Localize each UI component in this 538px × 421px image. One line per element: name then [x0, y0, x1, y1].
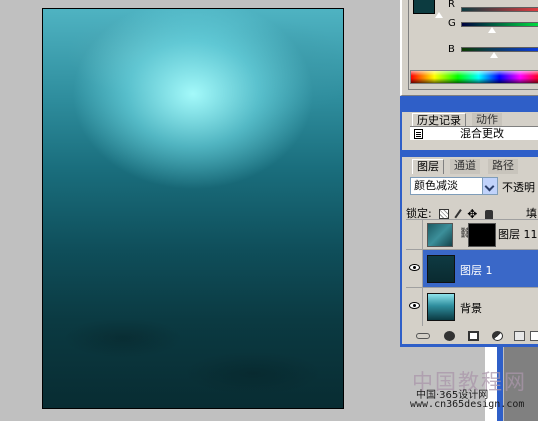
slider-g[interactable] [461, 22, 538, 34]
layer-style-icon[interactable] [444, 331, 455, 341]
lock-transparency-icon[interactable] [439, 209, 450, 219]
layer-thumbnail [427, 223, 453, 247]
link-layers-icon[interactable] [416, 333, 430, 339]
canvas-image[interactable] [42, 8, 344, 409]
blend-mode-value: 颜色减淡 [414, 179, 458, 192]
lock-all-icon[interactable] [484, 209, 493, 219]
layer-row[interactable]: ⛓ 图层 11 [406, 219, 538, 250]
lock-pixels-icon[interactable] [454, 209, 463, 219]
history-item-label: 混合更改 [460, 127, 504, 140]
slider-b[interactable] [461, 47, 538, 59]
color-spectrum-bar[interactable] [410, 70, 538, 84]
new-layer-icon[interactable] [530, 331, 538, 341]
slider-r-thumb[interactable] [434, 11, 444, 19]
chevron-down-icon[interactable] [482, 178, 497, 194]
channel-label-b: B [448, 44, 455, 55]
visibility-toggle[interactable] [406, 220, 423, 250]
blend-mode-select[interactable]: 颜色减淡 [410, 177, 498, 195]
slider-r[interactable] [461, 7, 538, 12]
history-state-icon [414, 129, 423, 139]
panel-separator [400, 96, 538, 112]
color-panel: R G B [400, 0, 538, 96]
add-mask-icon[interactable] [468, 331, 479, 341]
adjustment-layer-icon[interactable] [492, 331, 503, 341]
panel-separator [400, 150, 538, 157]
foreground-color-swatch[interactable] [413, 0, 435, 14]
layer-thumbnail [427, 293, 455, 321]
visibility-toggle[interactable] [406, 288, 423, 326]
tab-paths[interactable]: 路径 [488, 159, 518, 174]
layers-toolbar [406, 329, 538, 343]
watermark-url: www.cn365design.com [410, 399, 525, 410]
layer-row[interactable]: 背景 [406, 287, 538, 326]
layer-row-selected[interactable]: 图层 1 [406, 249, 538, 288]
channel-label-g: G [448, 18, 456, 29]
layer-name: 图层 1 [460, 264, 493, 277]
layer-name: 图层 11 [498, 228, 538, 241]
document-workspace [0, 0, 400, 421]
watermark: 中国教程网 中国·365设计网 www.cn365design.com [408, 366, 536, 416]
lock-position-icon[interactable]: ✥ [467, 208, 477, 220]
history-item[interactable]: 混合更改 [410, 126, 538, 140]
eye-icon [409, 302, 420, 309]
slider-b-thumb[interactable] [489, 51, 499, 59]
layer-name: 背景 [460, 302, 482, 315]
layer-mask-thumbnail[interactable] [468, 223, 496, 247]
layer-thumbnail [427, 255, 455, 283]
channel-label-r: R [448, 0, 455, 10]
slider-g-thumb[interactable] [487, 26, 497, 34]
tab-layers[interactable]: 图层 [412, 159, 444, 174]
tab-channels[interactable]: 通道 [450, 159, 480, 174]
new-group-icon[interactable] [514, 331, 525, 341]
opacity-label: 不透明 [502, 181, 535, 194]
history-panel: 历史记录 动作 混合更改 [400, 112, 538, 150]
eye-icon [409, 264, 420, 271]
visibility-toggle[interactable] [406, 250, 423, 288]
layers-panel: 图层 通道 路径 颜色减淡 不透明 锁定: ✥ 填 ⛓ 图层 11 图层 1 背… [400, 157, 538, 347]
